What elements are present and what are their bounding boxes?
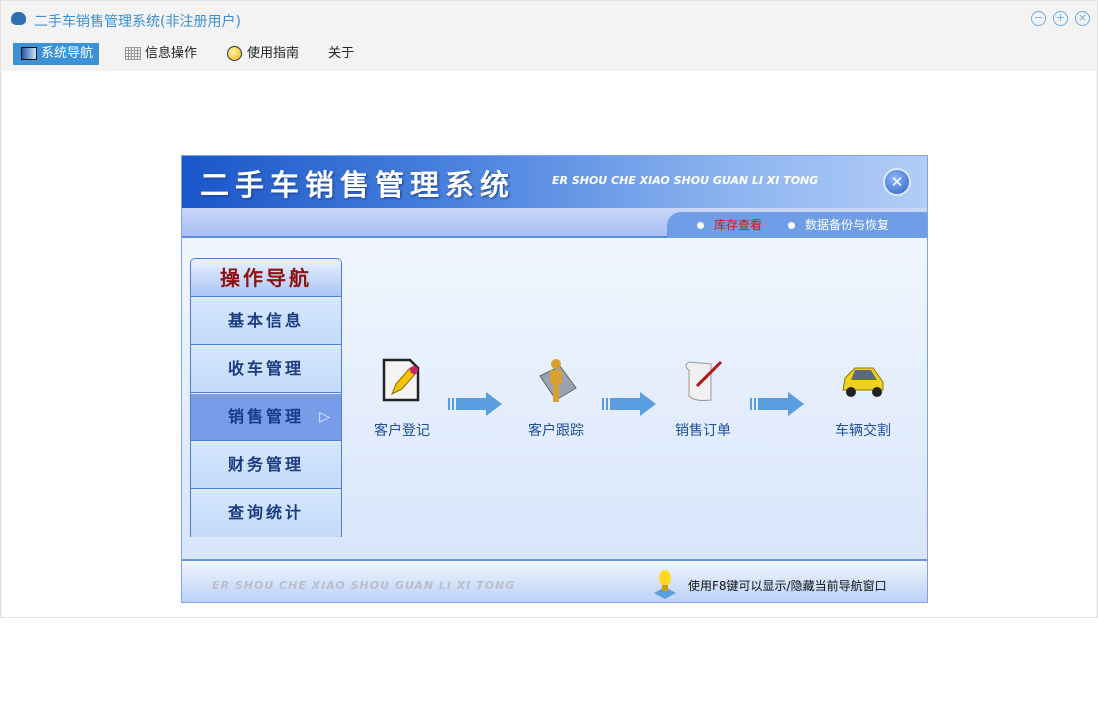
menu-label: 系统导航 (41, 46, 94, 61)
minimize-icon[interactable]: − (1031, 11, 1046, 26)
car-icon (842, 367, 884, 397)
panel-close-button[interactable]: ✕ (883, 168, 911, 196)
nav-item-purchase[interactable]: 收车管理 (191, 345, 341, 393)
nav-item-query-stats[interactable]: 查询统计 (191, 489, 341, 537)
menu-about[interactable]: 关于 (321, 43, 360, 65)
maximize-icon[interactable]: + (1053, 11, 1068, 26)
link-backup-restore[interactable]: 数据备份与恢复 (788, 216, 889, 234)
note-pencil-icon (382, 358, 420, 402)
nav-label: 收车管理 (227, 359, 304, 378)
step-sales-order[interactable]: 销售订单 (663, 356, 743, 440)
link-label: 库存查看 (714, 218, 763, 232)
panel-footer: ER SHOU CHE XIAO SHOU GUAN LI XI TONG 使用… (182, 559, 927, 602)
menu-guide[interactable]: 使用指南 (219, 43, 305, 65)
nav-label: 财务管理 (227, 455, 304, 474)
menu-label: 信息操作 (145, 46, 198, 61)
window-title: 二手车销售管理系统(非注册用户) (34, 14, 241, 30)
footer-tip: 使用F8键可以显示/隐藏当前导航窗口 (688, 579, 887, 593)
app-logo-icon (11, 12, 26, 25)
step-customer-register[interactable]: 客户登记 (362, 356, 442, 440)
grid-icon (125, 47, 141, 60)
monitor-icon (21, 47, 37, 60)
nav-label: 基本信息 (227, 311, 304, 330)
help-icon (227, 46, 242, 61)
person-folder-icon (539, 359, 577, 402)
bullet-icon (697, 222, 704, 229)
footer-subtitle: ER SHOU CHE XIAO SHOU GUAN LI XI TONG (212, 579, 516, 592)
bullet-icon (788, 222, 795, 229)
step-label: 车辆交割 (835, 423, 891, 439)
scroll-pen-icon (685, 360, 723, 401)
step-customer-follow[interactable]: 客户跟踪 (516, 356, 596, 440)
panel-subtitle: ER SHOU CHE XIAO SHOU GUAN LI XI TONG (552, 174, 819, 187)
link-label: 数据备份与恢复 (805, 218, 890, 232)
nav-label: 查询统计 (227, 503, 304, 522)
panel-title: 二手车销售管理系统 (200, 168, 516, 202)
menu-system-nav[interactable]: 系统导航 (13, 43, 100, 65)
menu-info-ops[interactable]: 信息操作 (117, 43, 203, 65)
nav-item-sales[interactable]: 销售管理 ▷ (191, 393, 341, 441)
arrow-right-icon (750, 392, 804, 416)
menu-bar: 系统导航 信息操作 使用指南 关于 (1, 41, 1097, 69)
step-label: 销售订单 (675, 423, 731, 439)
arrow-right-icon (448, 392, 502, 416)
arrow-right-icon (602, 392, 656, 416)
navigation-panel: 二手车销售管理系统 ER SHOU CHE XIAO SHOU GUAN LI … (181, 155, 928, 603)
step-label: 客户登记 (374, 423, 430, 439)
title-bar: 二手车销售管理系统(非注册用户) − + × (1, 1, 1097, 39)
link-inventory[interactable]: 库存查看 (697, 216, 762, 234)
nav-label: 销售管理 (227, 407, 304, 426)
operation-nav: 操作导航 基本信息 收车管理 销售管理 ▷ 财务管理 查询统计 (190, 258, 342, 537)
nav-item-basic-info[interactable]: 基本信息 (191, 297, 341, 345)
close-icon[interactable]: × (1075, 11, 1090, 26)
chevron-right-icon: ▷ (319, 409, 333, 425)
step-vehicle-delivery[interactable]: 车辆交割 (823, 356, 903, 440)
step-label: 客户跟踪 (528, 423, 584, 439)
panel-header: 二手车销售管理系统 ER SHOU CHE XIAO SHOU GUAN LI … (182, 156, 927, 208)
lightbulb-icon (654, 570, 676, 599)
nav-item-finance[interactable]: 财务管理 (191, 441, 341, 489)
nav-title: 操作导航 (191, 259, 341, 297)
menu-label: 关于 (328, 46, 355, 61)
menu-label: 使用指南 (247, 46, 300, 61)
